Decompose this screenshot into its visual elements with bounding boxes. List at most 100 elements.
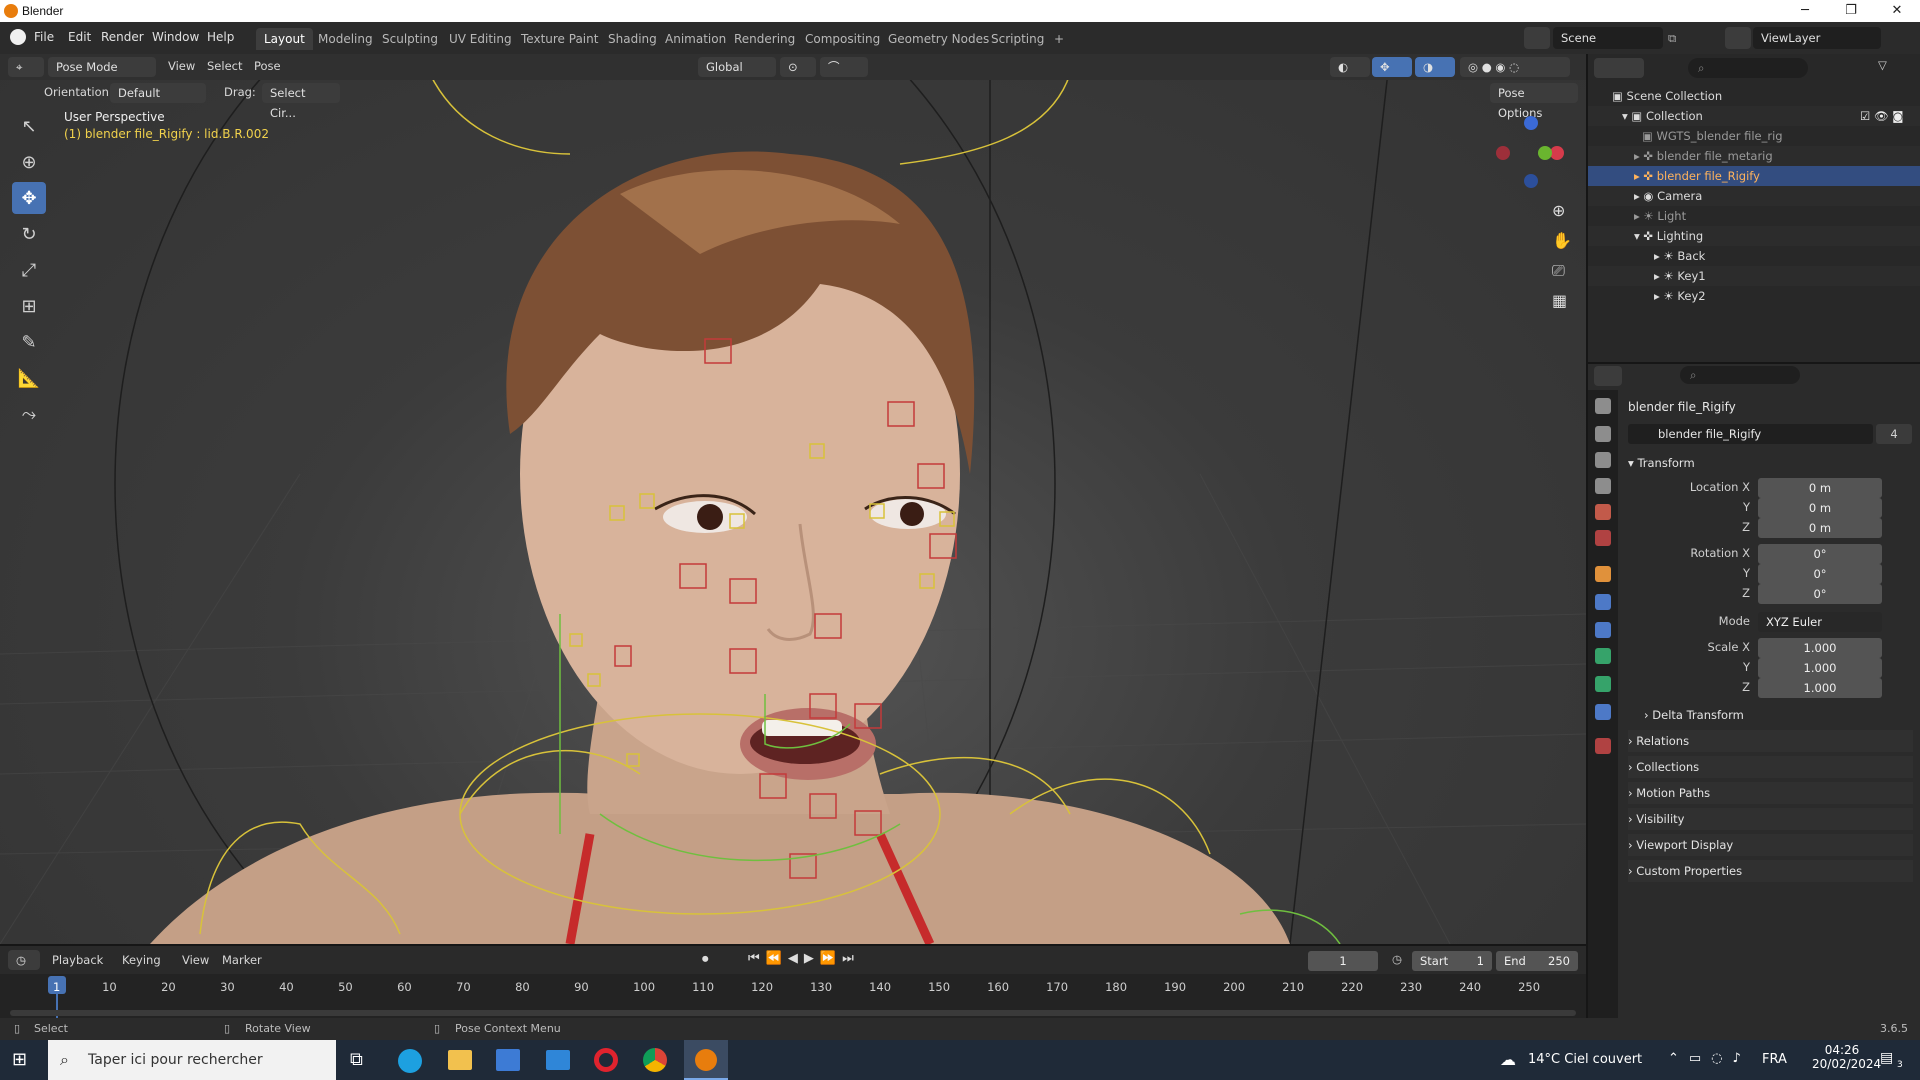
z-axis-icon[interactable] (1524, 116, 1538, 130)
tab-sculpting[interactable]: Sculpting (374, 28, 446, 50)
outliner-item-collection[interactable]: ▾ ▣ Collection ☑ 👁 ◙ (1588, 106, 1920, 126)
output-tab-icon[interactable] (1595, 452, 1611, 468)
relax-pose-tool-icon[interactable]: ⤳ (12, 398, 46, 430)
editor-type-icon[interactable]: ⌖ (8, 57, 44, 77)
tab-modeling[interactable]: Modeling (310, 28, 381, 50)
pan-hand-icon[interactable]: ✋ (1552, 226, 1572, 256)
visibility-icon[interactable]: ◐ (1330, 57, 1370, 77)
measure-tool-icon[interactable]: 📐 (12, 362, 46, 394)
location-x-field[interactable]: 0 m (1758, 478, 1882, 498)
maximize-button[interactable]: ❐ (1828, 0, 1874, 22)
snap-icon[interactable]: ⌒ (820, 57, 868, 77)
marker-menu[interactable]: Marker (222, 953, 262, 967)
tab-shading[interactable]: Shading (600, 28, 665, 50)
edge-browser-icon[interactable] (398, 1049, 422, 1073)
menu-edit[interactable]: Edit (68, 30, 91, 44)
close-button[interactable]: ✕ (1874, 0, 1920, 22)
minimize-button[interactable]: ─ (1782, 0, 1828, 22)
tab-rendering[interactable]: Rendering (726, 28, 803, 50)
outliner-item-back[interactable]: ▸ ☀ Back (1588, 246, 1920, 266)
visibility-eye-icon[interactable]: ☑ 👁 ◙ (1860, 106, 1903, 126)
bone-constraints-tab-icon[interactable] (1595, 704, 1611, 720)
clock[interactable]: 04:26 20/02/2024 (1812, 1043, 1881, 1071)
move-tool-icon[interactable]: ✥ (12, 182, 46, 214)
pose-options-button[interactable]: Pose Options (1490, 83, 1578, 120)
shading-mode-icons[interactable]: ◎ ● ◉ ◌ (1460, 57, 1570, 77)
tab-layout[interactable]: Layout (256, 28, 313, 50)
weather-icon[interactable]: ☁ (1500, 1050, 1516, 1069)
scale-x-field[interactable]: 1.000 (1758, 638, 1882, 658)
outliner-item-wgts[interactable]: ▣ WGTS_blender file_rig (1588, 126, 1920, 146)
tab-texture-paint[interactable]: Texture Paint (513, 28, 606, 50)
blender-taskbar-button[interactable] (684, 1040, 728, 1080)
rotation-x-field[interactable]: 0° (1758, 544, 1882, 564)
outliner-filter-icon[interactable]: ▽ (1878, 58, 1914, 78)
data-tab-icon[interactable] (1595, 648, 1611, 664)
outliner-display-mode-icon[interactable] (1594, 58, 1644, 78)
timeline-view-menu[interactable]: View (182, 953, 209, 967)
task-view-icon[interactable]: ⧉ (350, 1049, 363, 1070)
delta-transform-panel[interactable]: › Delta Transform (1628, 704, 1913, 726)
menu-select[interactable]: Select (207, 59, 242, 73)
user-count[interactable]: 4 (1876, 424, 1912, 444)
outliner-search-input[interactable]: ⌕ (1688, 58, 1808, 78)
object-tab-icon[interactable] (1595, 566, 1611, 582)
outliner-item-rigify[interactable]: ▸ ✜ blender file_Rigify (1588, 166, 1920, 186)
menu-view[interactable]: View (168, 59, 195, 73)
view-layer-icon[interactable] (1725, 27, 1751, 49)
view-layer-field[interactable]: ViewLayer (1753, 27, 1881, 49)
timeline-editor-icon[interactable]: ◷ (8, 950, 40, 970)
transform-panel-header[interactable]: ▾ Transform (1628, 452, 1913, 474)
transform-tool-icon[interactable]: ⊞ (12, 290, 46, 322)
annotate-tool-icon[interactable]: ✎ (12, 326, 46, 358)
start-frame-field[interactable]: Start 1 (1412, 951, 1492, 971)
outliner-item-key2[interactable]: ▸ ☀ Key2 (1588, 286, 1920, 306)
outliner-item-light[interactable]: ▸ ☀ Light (1588, 206, 1920, 226)
view-layer-tab-icon[interactable] (1595, 478, 1611, 494)
select-box-tool-icon[interactable]: ↖ (12, 110, 46, 142)
gizmo-toggle-icon[interactable]: ✥ (1372, 57, 1412, 77)
windows-start-icon[interactable]: ⊞ (12, 1050, 32, 1070)
drag-select[interactable]: Select Cir... (262, 83, 340, 120)
ortho-grid-icon[interactable]: ▦ (1552, 286, 1572, 316)
properties-search-input[interactable]: ⌕ (1680, 366, 1800, 384)
object-datablock-field[interactable]: blender file_Rigify (1628, 424, 1873, 444)
camera-view-icon[interactable]: ⎚ (1552, 256, 1572, 286)
texture-tab-icon[interactable] (1595, 738, 1611, 754)
transform-orientation-select[interactable]: Global (698, 57, 776, 77)
record-button-icon[interactable]: ⏺ (702, 952, 709, 967)
chrome-icon[interactable] (643, 1048, 667, 1072)
scale-y-field[interactable]: 1.000 (1758, 658, 1882, 678)
world-tab-icon[interactable] (1595, 530, 1611, 546)
rotation-z-field[interactable]: 0° (1758, 584, 1882, 604)
neg-x-axis-icon[interactable] (1496, 146, 1510, 160)
scale-tool-icon[interactable]: ⤢ (12, 254, 46, 286)
notification-icon[interactable]: ▤ (1880, 1050, 1893, 1066)
mode-select[interactable]: Pose Mode (48, 57, 156, 77)
taskbar-search-input[interactable]: ⌕ Taper ici pour rechercher (48, 1040, 336, 1080)
scale-z-field[interactable]: 1.000 (1758, 678, 1882, 698)
zoom-icon[interactable]: ⊕ (1552, 196, 1572, 226)
location-z-field[interactable]: 0 m (1758, 518, 1882, 538)
tab-animation[interactable]: Animation (657, 28, 734, 50)
playback-controls[interactable]: ⏮⏪◀▶⏩⏭ (748, 951, 860, 966)
menu-window[interactable]: Window (152, 30, 199, 44)
blender-menu-icon[interactable] (10, 29, 26, 45)
tab-compositing[interactable]: Compositing (797, 28, 888, 50)
relations-panel[interactable]: › Relations (1628, 730, 1913, 752)
tool-tab-icon[interactable] (1595, 398, 1611, 414)
render-tab-icon[interactable] (1595, 426, 1611, 442)
timeline-scrollbar[interactable] (10, 1010, 1576, 1016)
x-axis-icon[interactable] (1550, 146, 1564, 160)
collections-panel[interactable]: › Collections (1628, 756, 1913, 778)
physics-tab-icon[interactable] (1595, 622, 1611, 638)
language-indicator[interactable]: FRA (1762, 1052, 1787, 1067)
bone-tab-icon[interactable] (1595, 676, 1611, 692)
outliner-item-metarig[interactable]: ▸ ✜ blender file_metarig (1588, 146, 1920, 166)
orientation-select[interactable]: Default (110, 83, 206, 103)
scene-tab-icon[interactable] (1595, 504, 1611, 520)
keying-menu[interactable]: Keying (122, 953, 161, 967)
tab-scripting[interactable]: Scripting (983, 28, 1052, 50)
outliner-item-key1[interactable]: ▸ ☀ Key1 (1588, 266, 1920, 286)
current-frame-field[interactable]: 1 (1308, 951, 1378, 971)
